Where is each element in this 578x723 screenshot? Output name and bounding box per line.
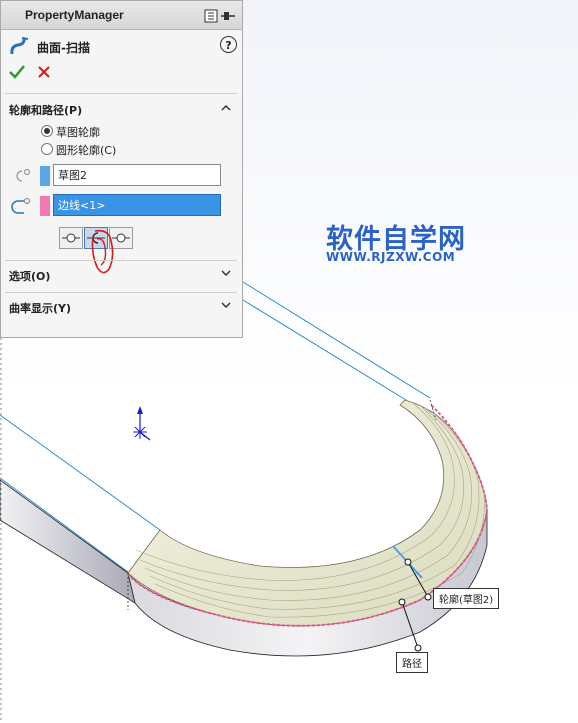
chevron-down-icon[interactable] <box>221 302 231 309</box>
watermark-en: WWW.RJZXW.COM <box>326 250 456 264</box>
profile-selection-box[interactable]: 草图2 <box>53 164 221 186</box>
model-side-face <box>0 479 136 604</box>
pin-icon[interactable] <box>204 9 236 23</box>
radio-dot-selected[interactable] <box>41 125 53 137</box>
chevron-down-icon[interactable] <box>221 270 231 277</box>
radio-circular-profile-label: 圆形轮廓(C) <box>56 144 117 157</box>
feature-header: 曲面-扫描 ? <box>9 36 237 58</box>
feature-name: 曲面-扫描 <box>37 41 90 55</box>
divider <box>5 93 237 94</box>
options-group-header[interactable]: 选项(O) <box>9 265 233 285</box>
curvature-group-header[interactable]: 曲率显示(Y) <box>9 297 233 317</box>
path-selection-box[interactable]: 边线<1> <box>53 194 221 216</box>
profile-callout-dot <box>424 593 432 601</box>
coordinate-triad-icon <box>133 406 151 441</box>
chevron-up-icon[interactable] <box>221 104 231 111</box>
profile-path-label: 轮廓和路径(P) <box>9 104 83 117</box>
path-callout[interactable]: 路径 <box>396 652 428 673</box>
property-manager-panel: PropertyManager 曲面-扫描 ? 轮廓和路径(P) 草图轮廓 圆形… <box>0 0 243 338</box>
profile-icon <box>16 168 31 182</box>
options-label: 选项(O) <box>9 270 51 283</box>
profile-path-group-header[interactable]: 轮廓和路径(P) <box>9 99 233 119</box>
curvature-label: 曲率显示(Y) <box>9 302 72 315</box>
cancel-x-icon[interactable] <box>37 64 51 80</box>
radio-sketch-profile-label: 草图轮廓 <box>56 126 100 139</box>
panel-title: PropertyManager <box>25 8 124 22</box>
ok-check-icon[interactable] <box>9 64 25 80</box>
profile-callout-anchor <box>404 558 412 566</box>
path-callout-dot <box>414 644 422 652</box>
path-icon <box>11 197 31 214</box>
profile-color-swatch <box>40 166 50 186</box>
help-icon[interactable]: ? <box>220 36 237 53</box>
path-color-swatch <box>40 196 50 216</box>
sweep-surface-icon <box>10 37 29 55</box>
direction-button-1[interactable] <box>59 227 83 249</box>
profile-callout[interactable]: 轮廓(草图2) <box>433 588 500 609</box>
direction-icon <box>62 233 80 243</box>
profile-selection-row: 草图2 <box>9 164 223 188</box>
divider <box>5 260 237 261</box>
radio-dot[interactable] <box>41 143 53 155</box>
path-callout-anchor <box>398 598 406 606</box>
panel-title-bar: PropertyManager <box>1 1 242 30</box>
divider <box>5 292 237 293</box>
path-selection-row: 边线<1> <box>9 194 223 218</box>
